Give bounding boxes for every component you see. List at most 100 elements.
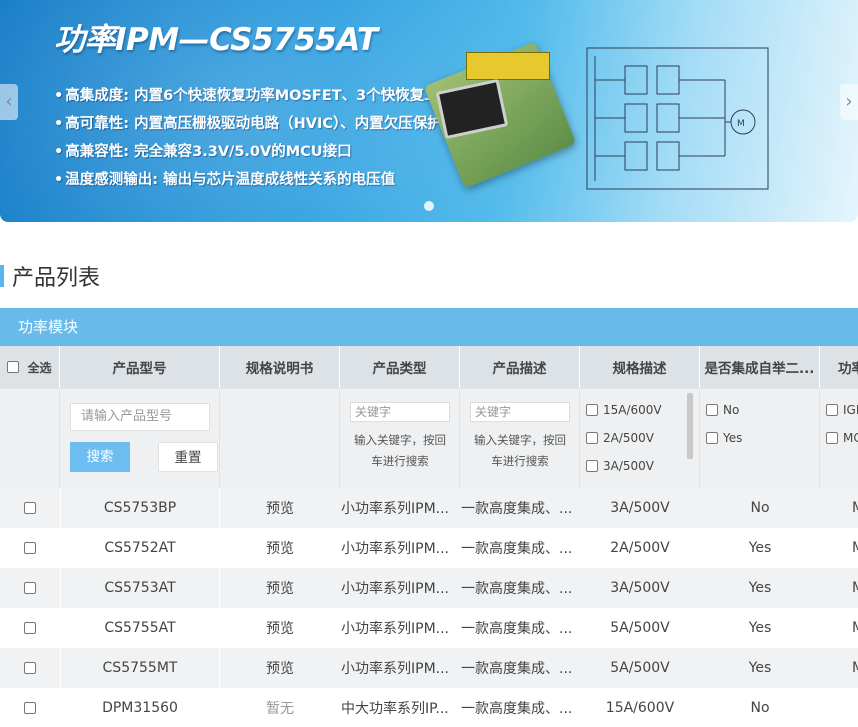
power-option-checkbox[interactable] [826, 404, 838, 416]
header-spec[interactable]: 规格说明书 [220, 346, 340, 388]
row-type: 小功率系列IPM... [341, 661, 450, 677]
product-table: 全选 产品型号 规格说明书 产品类型 产品描述 规格描述 是否集成自举二... … [0, 346, 858, 727]
row-power: M [820, 528, 858, 568]
row-checkbox-cell[interactable] [0, 488, 60, 528]
row-spec-link[interactable]: 预览 [220, 488, 340, 528]
select-all-cell[interactable]: 全选 [0, 346, 60, 388]
row-bootstrap: No [750, 700, 770, 716]
row-checkbox-cell[interactable] [0, 568, 60, 608]
power-option-checkbox[interactable] [826, 432, 838, 444]
category-bar: 功率模块 [0, 308, 858, 346]
row-spec-desc: 5A/500V [610, 660, 670, 676]
row-checkbox-cell[interactable] [0, 688, 60, 727]
row-bootstrap: Yes [748, 580, 772, 596]
spec-option[interactable]: 15A/600V [586, 396, 699, 424]
row-checkbox-cell[interactable] [0, 528, 60, 568]
row-type: 中大功率系列IP... [341, 701, 449, 717]
carousel-dot[interactable] [424, 201, 434, 211]
row-spec-link[interactable]: 预览 [220, 568, 340, 608]
table-row[interactable]: DPM31560 暂无 中大功率系列IP... 一款高度集成、... 15A/6… [0, 688, 858, 727]
row-model[interactable]: CS5753AT [60, 568, 220, 608]
row-checkbox[interactable] [24, 702, 36, 714]
row-checkbox[interactable] [24, 622, 36, 634]
row-desc: 一款高度集成、... [461, 701, 573, 717]
header-type[interactable]: 产品类型 [340, 346, 460, 388]
banner-prev-arrow[interactable]: ‹ [0, 84, 18, 120]
filter-empty [0, 388, 60, 488]
row-model[interactable]: DPM31560 [60, 688, 220, 727]
circuit-schematic-image: M [586, 47, 769, 190]
row-power: M [820, 568, 858, 608]
search-button[interactable]: 搜索 [70, 442, 130, 472]
row-checkbox[interactable] [24, 542, 36, 554]
row-spec-desc: 15A/600V [605, 700, 675, 716]
model-filter-cell: 请输入产品型号 搜索 重置 [60, 388, 220, 488]
row-spec-desc: 3A/500V [610, 500, 670, 516]
row-bootstrap: Yes [748, 540, 772, 556]
type-filter-cell: 关键字 输入关键字，按回车进行搜索 [340, 388, 460, 488]
header-model[interactable]: 产品型号 [60, 346, 220, 388]
product-banner[interactable]: 功率IPM—CS5755AT 高集成度: 内置6个快速恢复功率MOSFET、3个… [0, 0, 858, 222]
row-desc: 一款高度集成、... [461, 541, 573, 557]
row-spec-desc: 2A/500V [610, 540, 670, 556]
table-row[interactable]: CS5752AT 预览 小功率系列IPM... 一款高度集成、... 2A/50… [0, 528, 858, 568]
banner-feature: 高兼容性: 完全兼容3.3V/5.0V的MCU接口 [54, 142, 515, 170]
spec-option[interactable]: 2A/500V [586, 424, 699, 452]
spec-option[interactable]: 3A/500V [586, 452, 699, 480]
section-title: 产品列表 [12, 266, 101, 291]
bootstrap-option-checkbox[interactable] [706, 404, 718, 416]
row-type: 小功率系列IPM... [341, 581, 450, 597]
row-spec-link[interactable]: 预览 [220, 648, 340, 688]
row-power [820, 688, 858, 727]
row-checkbox[interactable] [24, 662, 36, 674]
power-option[interactable]: IGE [826, 396, 858, 424]
row-checkbox[interactable] [24, 582, 36, 594]
header-power[interactable]: 功率 [820, 346, 858, 388]
section-header: 产品列表 [0, 261, 100, 291]
row-desc: 一款高度集成、... [461, 621, 573, 637]
row-spec-link[interactable]: 预览 [220, 528, 340, 568]
row-model[interactable]: CS5753BP [60, 488, 220, 528]
row-power: M [820, 608, 858, 648]
header-bootstrap[interactable]: 是否集成自举二... [700, 346, 820, 388]
desc-keyword-input[interactable]: 关键字 [470, 402, 570, 422]
row-desc: 一款高度集成、... [461, 661, 573, 677]
row-model[interactable]: CS5755AT [60, 608, 220, 648]
spec-filter-scrollbar[interactable] [687, 393, 693, 459]
reset-button[interactable]: 重置 [158, 442, 218, 472]
bootstrap-filter-cell: No Yes [700, 388, 820, 488]
bootstrap-option[interactable]: Yes [706, 424, 819, 452]
banner-next-arrow[interactable]: › [840, 84, 858, 120]
spec-filter-cell: 15A/600V 2A/500V 3A/500V [580, 388, 700, 488]
spec-option-checkbox[interactable] [586, 432, 598, 444]
row-checkbox-cell[interactable] [0, 648, 60, 688]
row-bootstrap: Yes [748, 620, 772, 636]
row-power: M [820, 488, 858, 528]
banner-feature: 温度感测输出: 输出与芯片温度成线性关系的电压值 [54, 170, 515, 198]
row-checkbox-cell[interactable] [0, 608, 60, 648]
row-spec-desc: 3A/500V [610, 580, 670, 596]
spec-option-checkbox[interactable] [586, 404, 598, 416]
table-row[interactable]: CS5755MT 预览 小功率系列IPM... 一款高度集成、... 5A/50… [0, 648, 858, 688]
table-row[interactable]: CS5755AT 预览 小功率系列IPM... 一款高度集成、... 5A/50… [0, 608, 858, 648]
bootstrap-option-checkbox[interactable] [706, 432, 718, 444]
desc-filter-cell: 关键字 输入关键字，按回车进行搜索 [460, 388, 580, 488]
section-accent-bar [0, 265, 4, 287]
model-search-input[interactable]: 请输入产品型号 [70, 403, 210, 431]
row-model[interactable]: CS5752AT [60, 528, 220, 568]
header-desc[interactable]: 产品描述 [460, 346, 580, 388]
row-model[interactable]: CS5755MT [60, 648, 220, 688]
desc-keyword-hint: 输入关键字，按回车进行搜索 [474, 433, 566, 468]
select-all-checkbox[interactable] [7, 361, 20, 373]
table-row[interactable]: CS5753AT 预览 小功率系列IPM... 一款高度集成、... 3A/50… [0, 568, 858, 608]
power-option[interactable]: MC [826, 424, 858, 452]
header-spec-desc[interactable]: 规格描述 [580, 346, 700, 388]
bootstrap-option[interactable]: No [706, 396, 819, 424]
type-keyword-input[interactable]: 关键字 [350, 402, 450, 422]
row-spec-link[interactable]: 预览 [220, 608, 340, 648]
table-row[interactable]: CS5753BP 预览 小功率系列IPM... 一款高度集成、... 3A/50… [0, 488, 858, 528]
row-spec-desc: 5A/500V [610, 620, 670, 636]
spec-option-checkbox[interactable] [586, 460, 598, 472]
row-checkbox[interactable] [24, 502, 36, 514]
svg-text:M: M [737, 119, 745, 129]
